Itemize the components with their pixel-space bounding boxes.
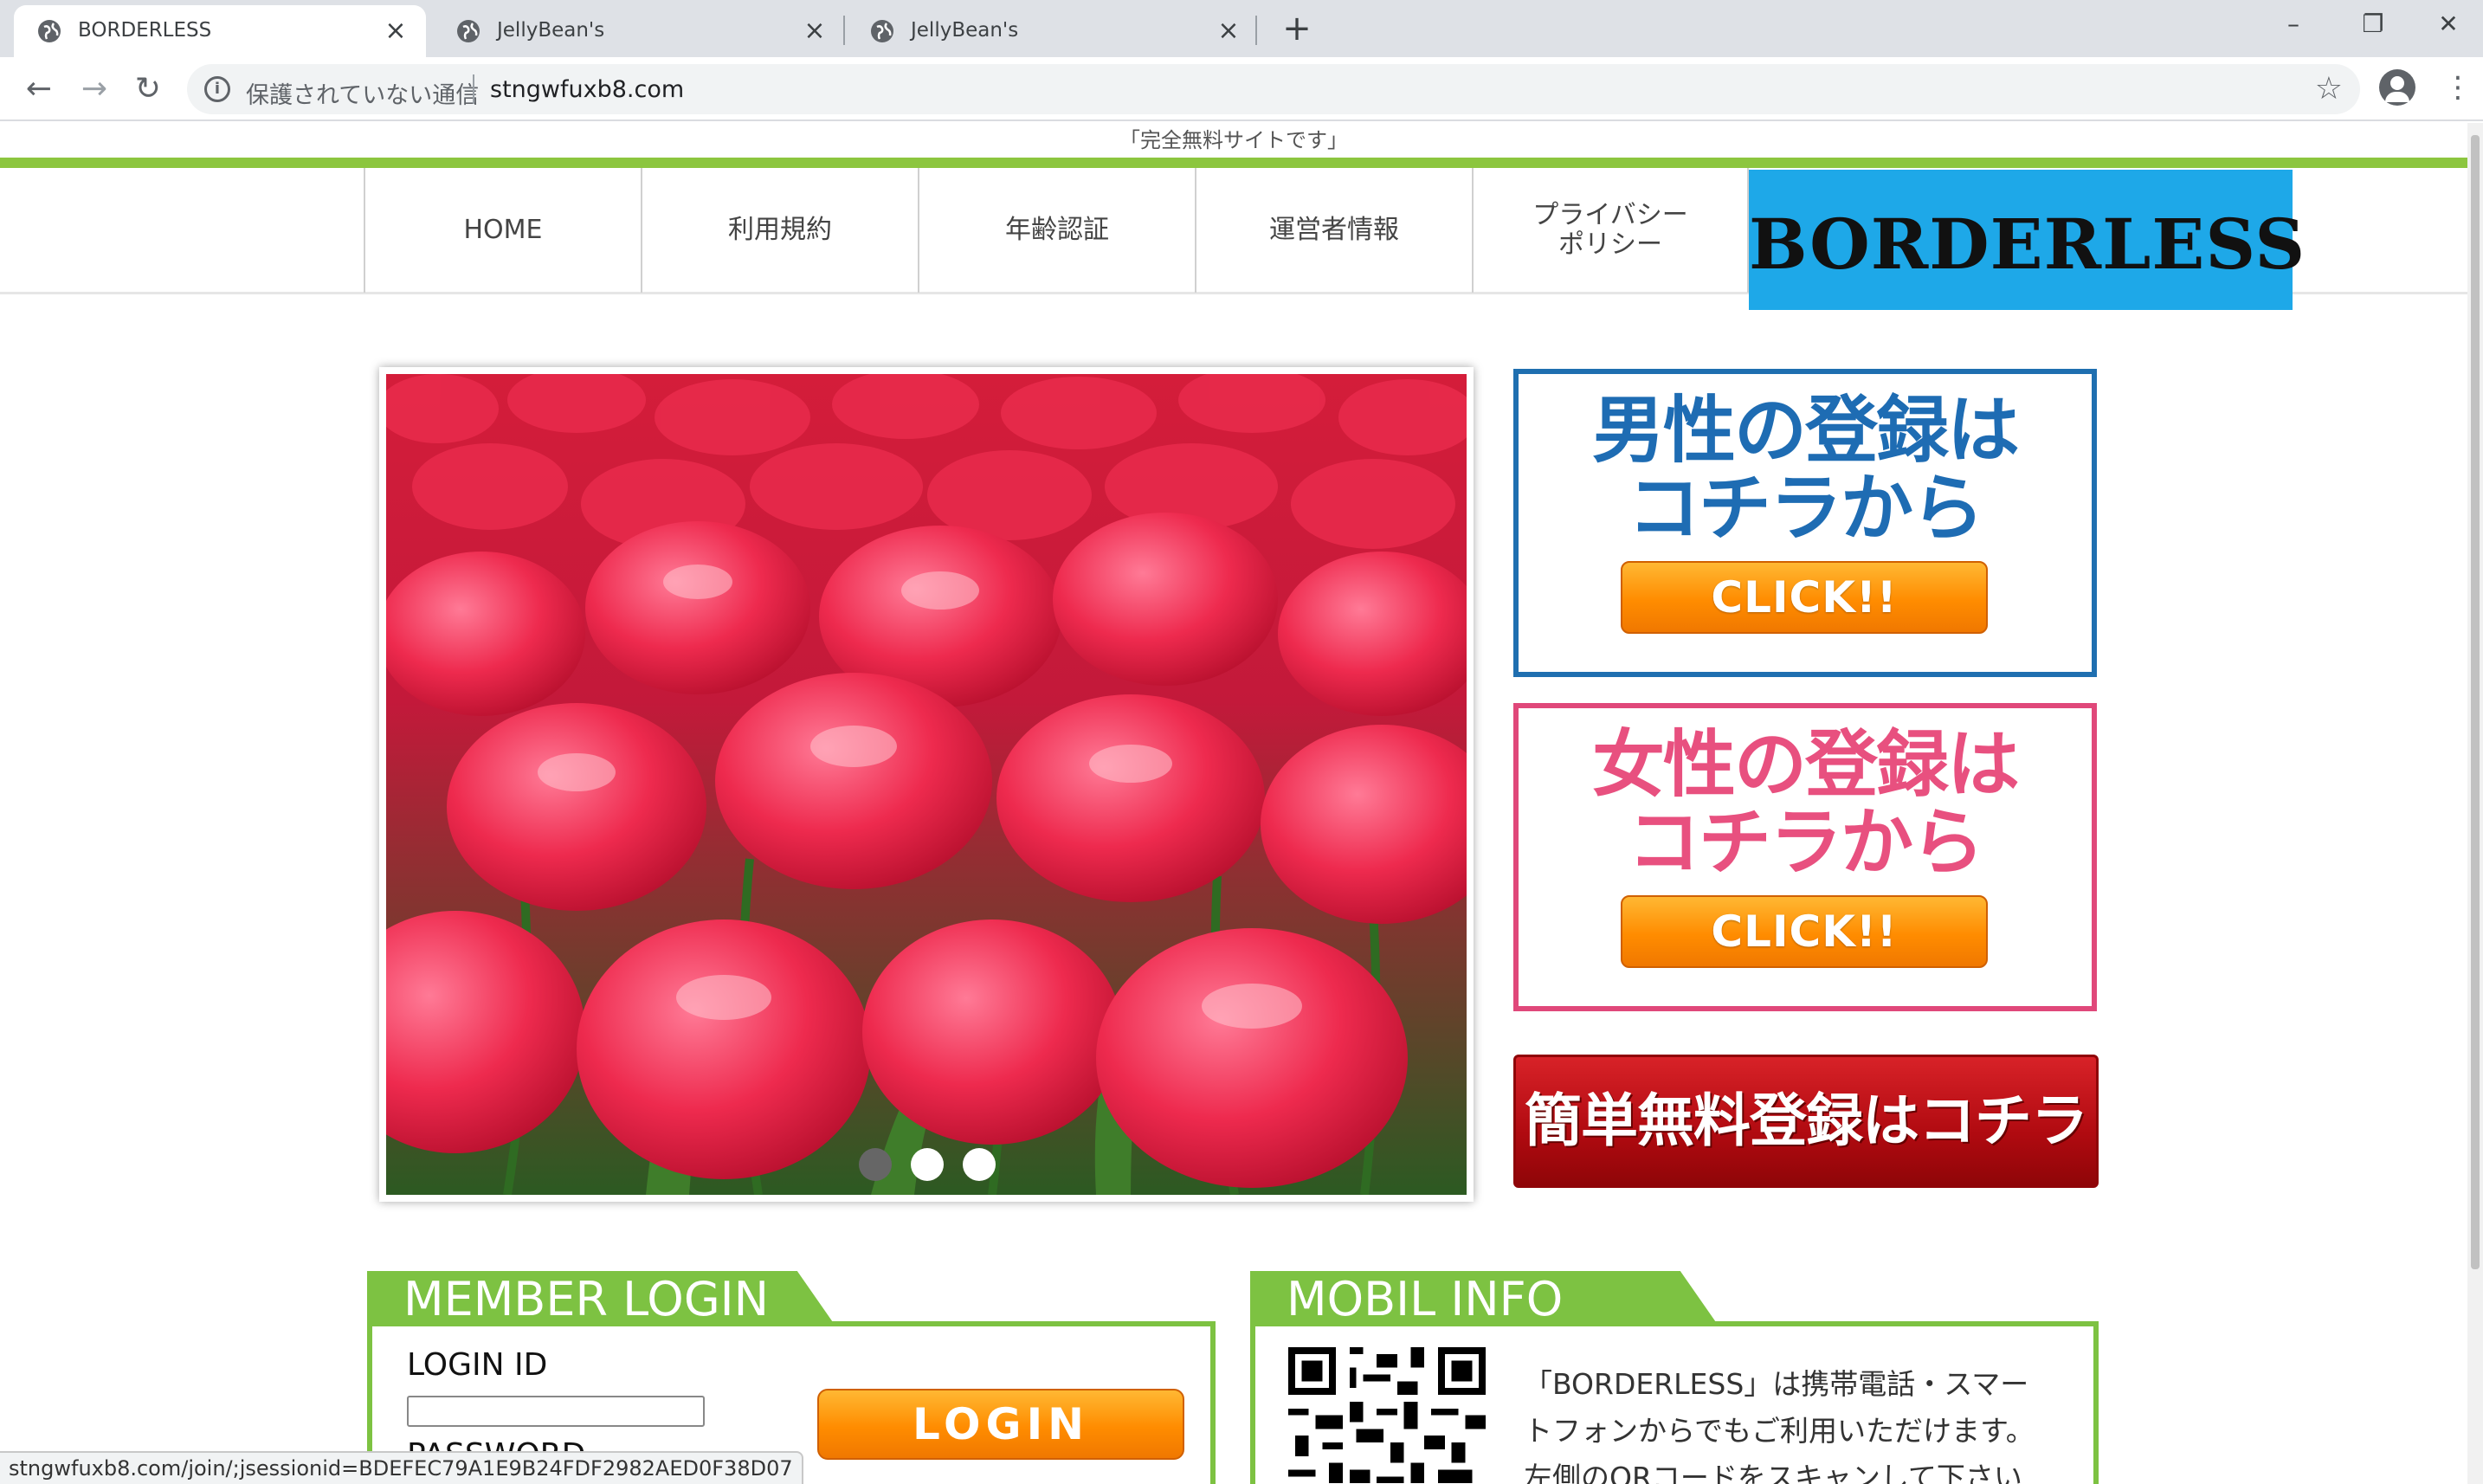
tab-separator — [843, 16, 845, 45]
restore-button[interactable]: ❐ — [2334, 5, 2412, 43]
men-click-button[interactable]: CLICK!! — [1621, 561, 1988, 634]
tab-jellybean[interactable]: JellyBean's × — [847, 5, 1259, 57]
login-id-input[interactable] — [407, 1396, 705, 1427]
info-icon[interactable]: i — [204, 76, 230, 102]
nav-privacy-policy[interactable]: プライバシー ポリシー — [1472, 168, 1749, 293]
login-button[interactable]: LOGIN — [817, 1389, 1184, 1460]
women-register-box[interactable]: 女性の登録は コチラから CLICK!! — [1513, 703, 2097, 1011]
star-icon[interactable]: ☆ — [2315, 71, 2343, 106]
page-scrollbar[interactable] — [2467, 123, 2483, 1484]
men-register-title: 男性の登録は コチラから — [1519, 391, 2092, 547]
qr-code-icon — [1288, 1347, 1486, 1484]
browser-window: BORDERLESS × JellyBean's × JellyBean's ×… — [0, 0, 2483, 1484]
men-title-line2: コチラから — [1627, 466, 1984, 551]
tulip-photo — [386, 374, 1467, 1195]
security-label: 保護されていない通信 — [246, 82, 480, 109]
image-slider — [379, 367, 1474, 1202]
globe-icon — [871, 20, 893, 42]
member-login-heading: MEMBER LOGIN — [367, 1271, 835, 1325]
nav-operator-info[interactable]: 運営者情報 — [1195, 168, 1472, 293]
omnibox-divider — [473, 74, 474, 104]
close-icon[interactable]: × — [800, 16, 829, 46]
login-id-label: LOGIN ID — [407, 1347, 548, 1383]
url-text[interactable]: stngwfuxb8.com — [490, 76, 684, 103]
menu-icon[interactable]: ⋮ — [2443, 69, 2473, 106]
address-bar[interactable]: i 保護されていない通信 stngwfuxb8.com ☆ — [187, 64, 2360, 114]
men-title-line1: 男性の登録は — [1591, 388, 2020, 473]
close-icon[interactable]: × — [1214, 16, 1243, 46]
women-register-title: 女性の登録は コチラから — [1519, 726, 2092, 881]
minimize-button[interactable]: – — [2254, 5, 2332, 43]
men-register-box[interactable]: 男性の登録は コチラから CLICK!! — [1513, 369, 2097, 677]
close-icon[interactable]: × — [381, 16, 410, 46]
mobil-info-heading: MOBIL INFO — [1250, 1271, 1718, 1325]
women-title-line2: コチラから — [1627, 800, 1984, 885]
mobil-info-text: 「BORDERLESS」は携帯電話・スマー トフォンからでもご利用いただけます。… — [1524, 1361, 2069, 1484]
free-register-button[interactable]: 簡単無料登録はコチラ — [1513, 1055, 2099, 1188]
tab-borderless[interactable]: BORDERLESS × — [14, 5, 426, 57]
top-accent-bar — [0, 158, 2467, 168]
slider-dot[interactable] — [859, 1148, 892, 1181]
page-content: 「完全無料サイトです」 HOME 利用規約 年齢認証 運営者情報 プライバシー … — [0, 123, 2467, 1484]
mobil-info-panel: 「BORDERLESS」は携帯電話・スマー トフォンからでもご利用いただけます。… — [1250, 1321, 2099, 1484]
tab-strip: BORDERLESS × JellyBean's × JellyBean's ×… — [0, 0, 2483, 57]
back-button[interactable]: ← — [19, 69, 59, 109]
women-title-line1: 女性の登録は — [1591, 722, 2020, 807]
profile-avatar-icon[interactable] — [2379, 69, 2415, 106]
tab-title: JellyBean's — [911, 19, 1019, 42]
mobil-text-line: 左側のQRコードをスキャンして下さい — [1524, 1461, 2022, 1484]
tab-jellybean[interactable]: JellyBean's × — [433, 5, 845, 57]
slider-dot[interactable] — [963, 1148, 996, 1181]
women-click-button[interactable]: CLICK!! — [1621, 895, 1988, 968]
slider-dot[interactable] — [911, 1148, 944, 1181]
mobil-text-line: トフォンからでもご利用いただけます。 — [1524, 1414, 2035, 1448]
tab-separator — [1255, 16, 1257, 45]
close-window-button[interactable]: ✕ — [2414, 5, 2483, 43]
new-tab-button[interactable]: + — [1278, 10, 1316, 48]
globe-icon — [38, 20, 61, 42]
nav-age-verification[interactable]: 年齢認証 — [918, 168, 1195, 293]
site-logo[interactable]: BORDERLESS — [1749, 170, 2305, 310]
site-tagline: 「完全無料サイトです」 — [1119, 128, 1348, 152]
tab-title: JellyBean's — [497, 19, 605, 42]
mobil-text-line: 「BORDERLESS」は携帯電話・スマー — [1524, 1367, 2029, 1401]
tab-title: BORDERLESS — [78, 19, 212, 42]
nav-terms[interactable]: 利用規約 — [641, 168, 918, 293]
nav-home[interactable]: HOME — [364, 168, 641, 293]
browser-toolbar: ← → ↻ i 保護されていない通信 stngwfuxb8.com ☆ ⋮ — [0, 57, 2483, 121]
scrollbar-thumb[interactable] — [2471, 135, 2480, 1269]
status-bubble: stngwfuxb8.com/join/;jsessionid=BDEFEC79… — [0, 1451, 803, 1484]
tulip-field-image — [386, 374, 1467, 1195]
globe-icon — [457, 20, 480, 42]
forward-button[interactable]: → — [74, 69, 114, 109]
reload-button[interactable]: ↻ — [128, 69, 168, 109]
